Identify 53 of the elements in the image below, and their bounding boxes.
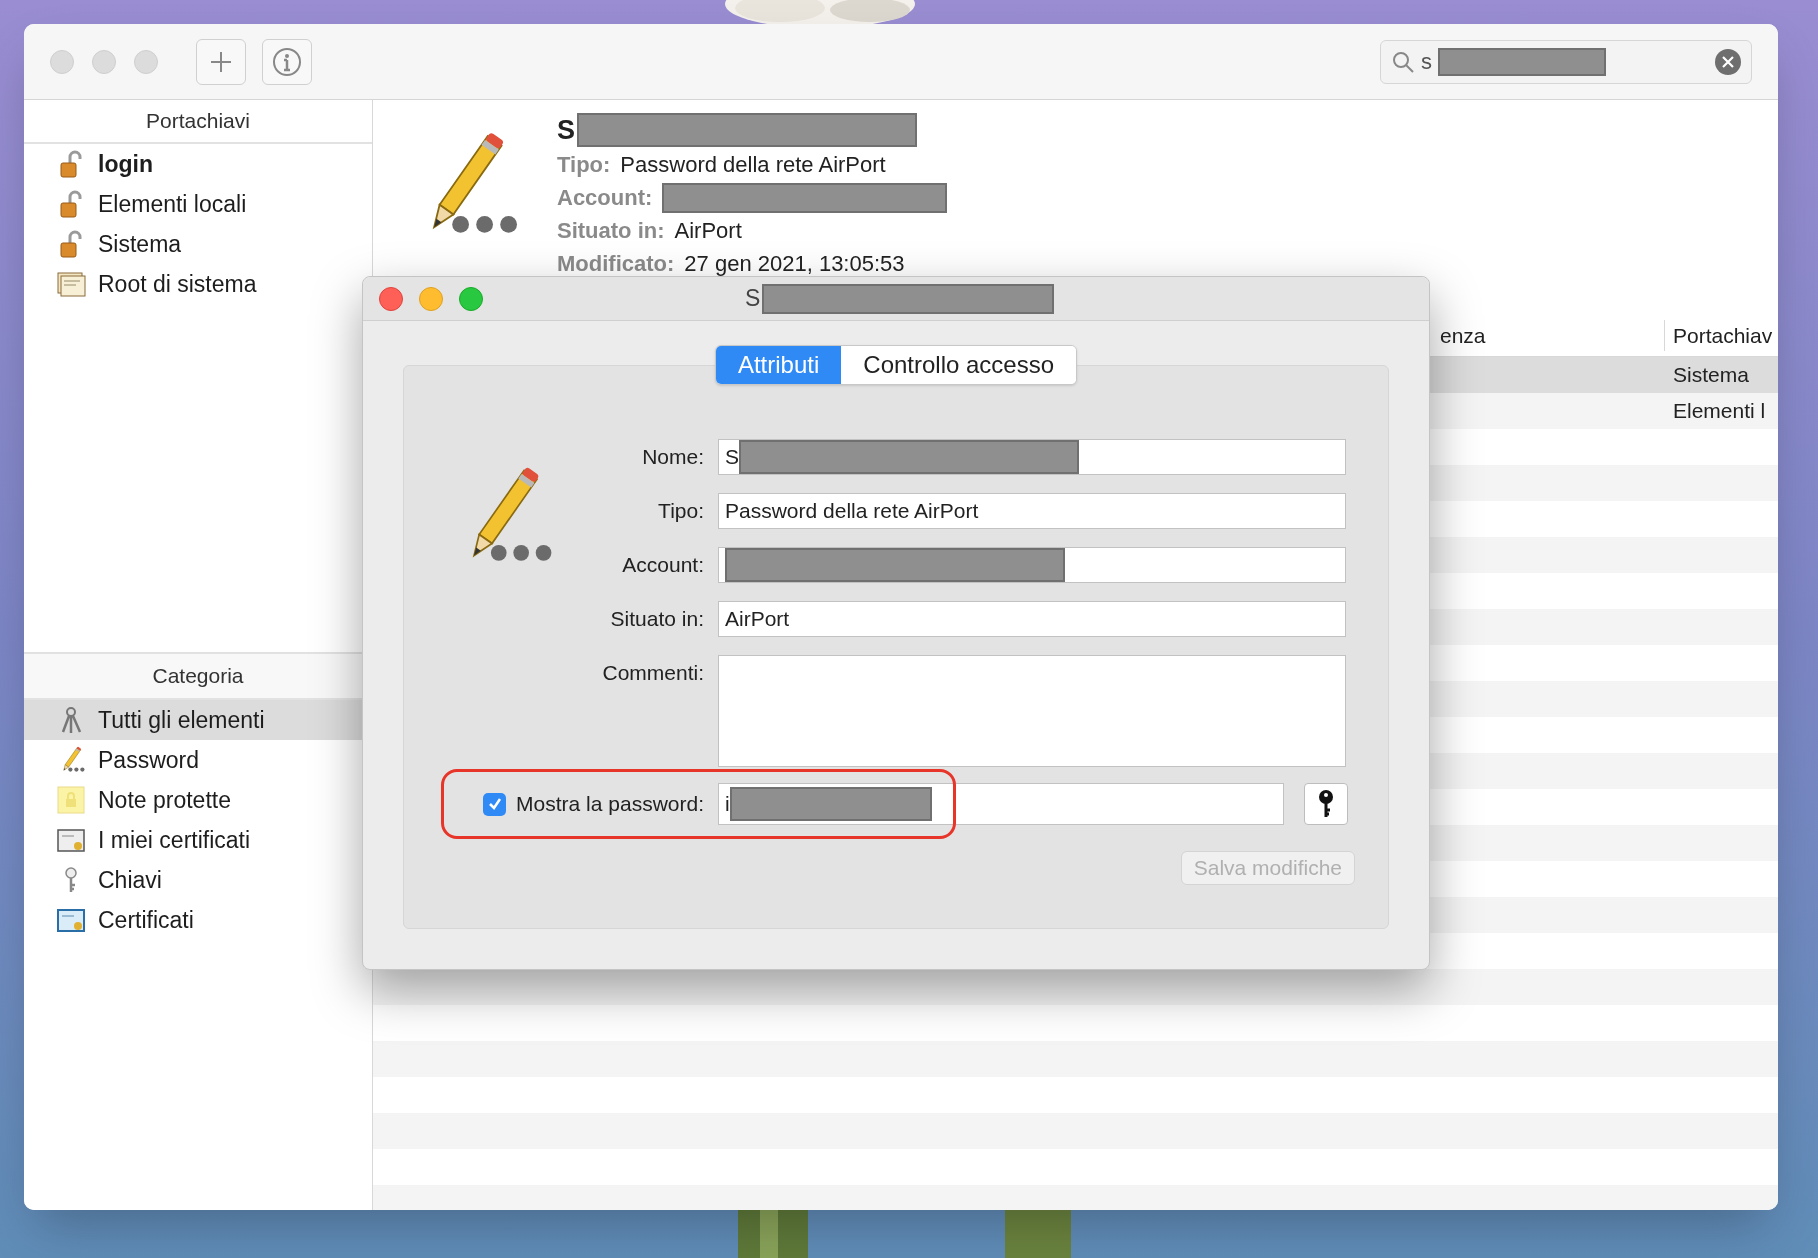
- sidebar-item[interactable]: Note protette: [24, 780, 372, 820]
- field-label: Modificato:: [557, 250, 675, 278]
- text-field[interactable]: S: [718, 439, 1346, 475]
- sidebar-item[interactable]: I miei certificati: [24, 820, 372, 860]
- dialog-title: S: [745, 284, 761, 314]
- field-label: Account:: [621, 552, 704, 578]
- text-field[interactable]: [718, 547, 1346, 583]
- close-button[interactable]: [379, 286, 403, 311]
- search-text: s: [1421, 48, 1432, 76]
- info-button[interactable]: [262, 38, 312, 85]
- zoom-button[interactable]: [459, 286, 483, 311]
- minimize-button[interactable]: [419, 286, 443, 311]
- field-label: Commenti:: [601, 660, 704, 686]
- sidebar-header: Portachiavi: [24, 100, 372, 144]
- table-cell-text: Sistema: [1672, 362, 1750, 389]
- sidebar-item[interactable]: Password: [24, 740, 372, 780]
- item-title: S: [557, 113, 575, 147]
- field-label: Tipo:: [557, 151, 611, 179]
- field-value: Password della rete AirPort: [620, 151, 886, 179]
- checkbox-label: Mostra la password:: [516, 791, 704, 818]
- text-field[interactable]: Password della rete AirPort: [718, 493, 1346, 529]
- tab[interactable]: Controllo accesso: [841, 346, 1077, 384]
- field-label: Situato in:: [557, 217, 665, 245]
- sidebar-item[interactable]: login: [24, 144, 372, 184]
- sidebar-item[interactable]: Elementi locali: [24, 184, 372, 224]
- sidebar-item[interactable]: Certificati: [24, 900, 372, 940]
- sidebar-item[interactable]: Chiavi: [24, 860, 372, 900]
- clear-button[interactable]: [1715, 48, 1741, 75]
- search-field[interactable]: s: [1380, 39, 1752, 84]
- column-header: enza: [1439, 322, 1487, 349]
- field-label: Tipo:: [657, 498, 704, 524]
- field-label: Situato in:: [609, 606, 704, 632]
- table-cell-text: Elementi l: [1672, 398, 1767, 425]
- field-label: Nome:: [641, 444, 704, 470]
- field-label: Account:: [557, 184, 653, 212]
- sidebar-item[interactable]: Root di sistema: [24, 264, 372, 304]
- comments-field[interactable]: [718, 655, 1346, 767]
- add-button[interactable]: [196, 38, 246, 85]
- field-value: 27 gen 2021, 13:05:53: [684, 250, 905, 278]
- text-field[interactable]: AirPort: [718, 601, 1346, 637]
- field-value: AirPort: [674, 217, 742, 245]
- sidebar-item[interactable]: Sistema: [24, 224, 372, 264]
- key-button[interactable]: [1304, 783, 1348, 825]
- note-icon: [56, 785, 86, 815]
- column-header: Portachiav: [1664, 319, 1778, 352]
- search-icon: [1391, 49, 1415, 74]
- close-icon: [1722, 55, 1734, 68]
- key-icon: [1316, 789, 1336, 819]
- plus-icon: [209, 49, 233, 74]
- checkmark-icon: [486, 796, 503, 812]
- certificates-icon: [56, 269, 86, 299]
- password-field[interactable]: i: [718, 783, 1284, 825]
- info-icon: [272, 46, 302, 77]
